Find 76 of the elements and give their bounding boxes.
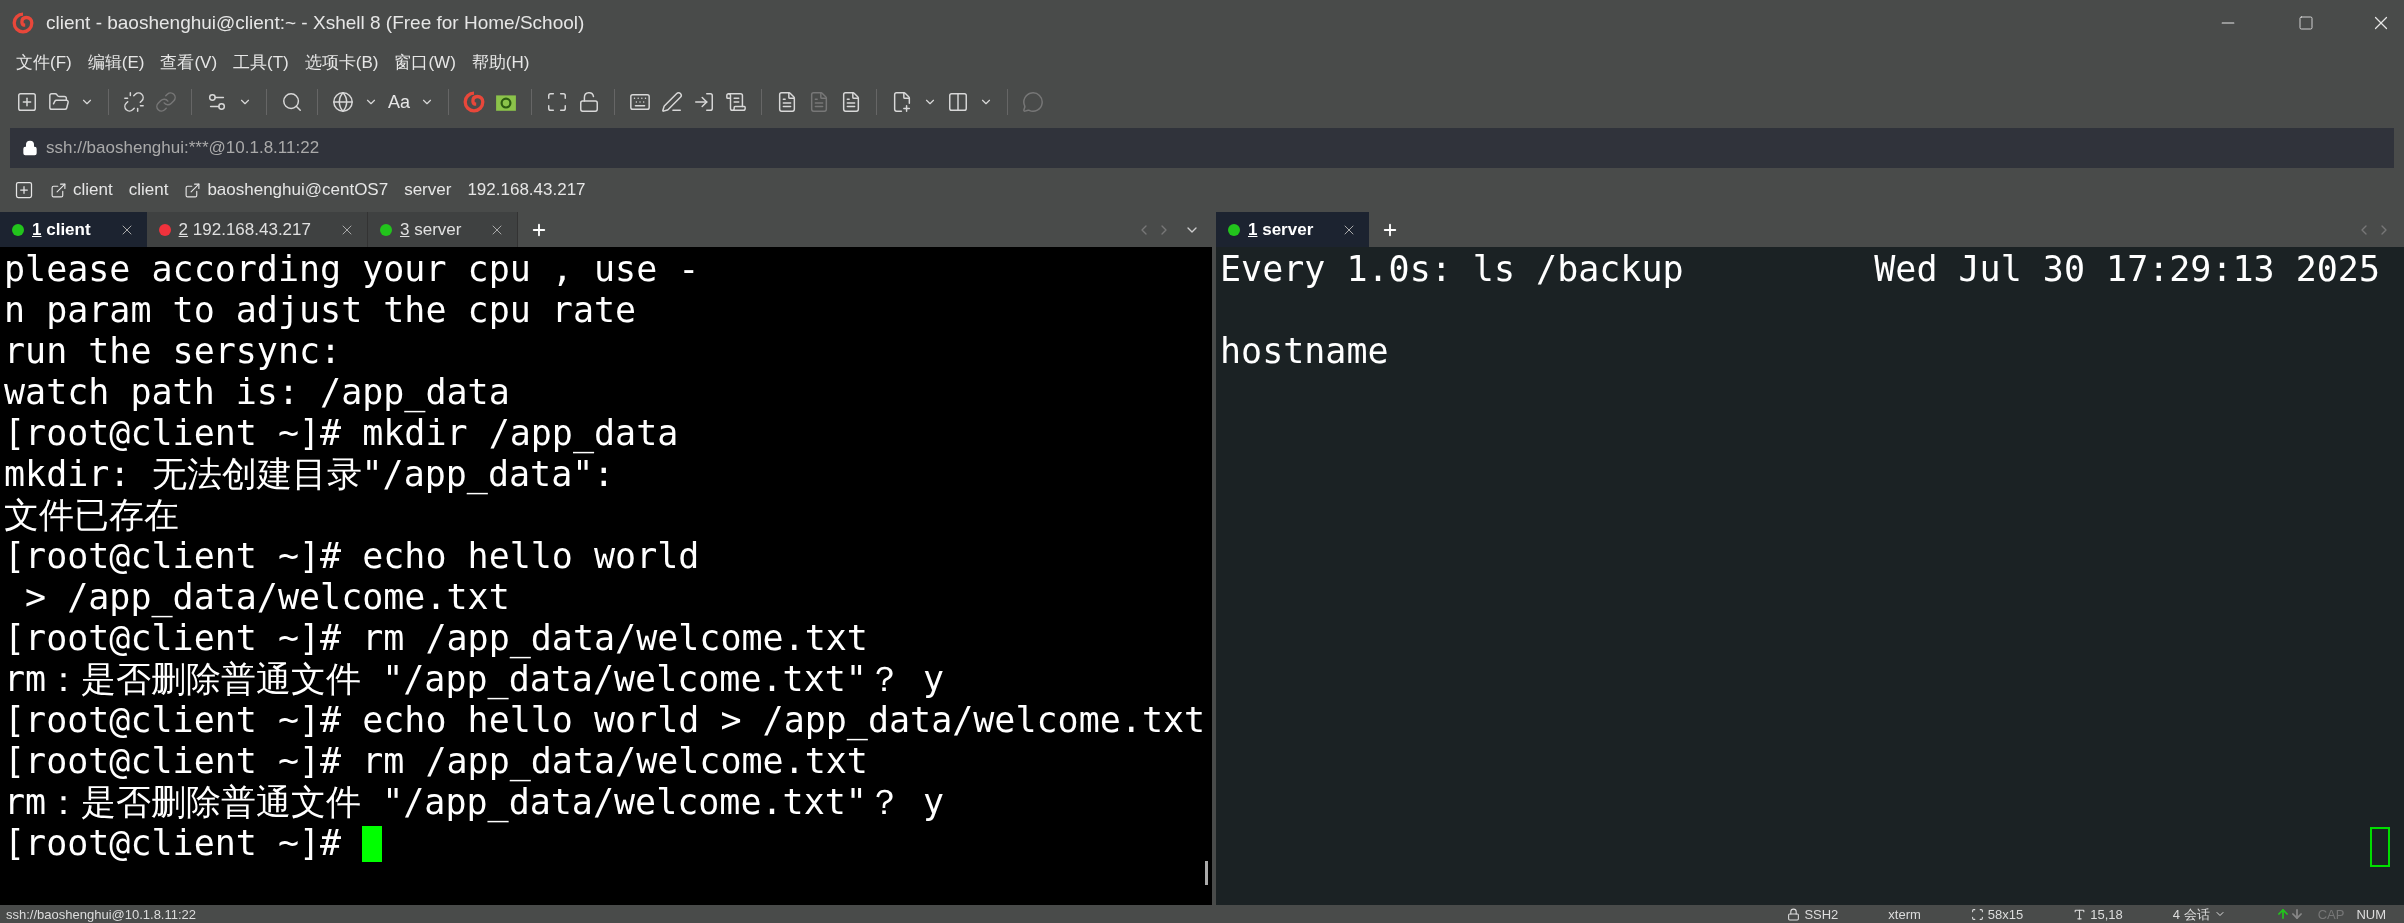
status-icon: [1787, 907, 1801, 921]
session-link[interactable]: 192.168.43.217: [467, 177, 586, 203]
terminal-line: please according your cpu , use -: [4, 249, 700, 290]
session-link[interactable]: baoshenghui@centOS7: [184, 177, 389, 203]
new-session-icon[interactable]: [16, 91, 38, 113]
terminal-line: run the sersync:: [4, 331, 342, 372]
terminal-line: [root@client ~]# mkdir /app_data: [4, 413, 679, 454]
terminal-line: [root@client ~]#: [4, 823, 343, 864]
download-icon: [2289, 907, 2304, 921]
fullscreen-icon[interactable]: [546, 91, 569, 113]
app-logo-icon: [12, 12, 34, 34]
status-icon: [2073, 907, 2087, 921]
terminal-line: hostname: [1220, 331, 1389, 372]
font-icon[interactable]: Aa: [388, 88, 411, 116]
terminal-line: mkdir: 无法创建目录"/app_data":: [4, 454, 615, 495]
terminal-line: rm：是否删除普通文件 "/app_data/welcome.txt"？ y: [4, 782, 944, 823]
pen-icon[interactable]: [661, 91, 684, 113]
status-item: xterm: [1888, 907, 1921, 921]
session-tab[interactable]: 1 server: [1216, 212, 1370, 247]
menu-item[interactable]: 文件(F): [16, 50, 72, 76]
layout-icon[interactable]: [947, 91, 970, 113]
key-indicator: NUM: [2356, 907, 2386, 921]
menu-item[interactable]: 工具(T): [233, 50, 289, 76]
status-item: SSH2: [1787, 907, 1839, 921]
menu-item[interactable]: 帮助(H): [471, 50, 530, 76]
address-text: ssh://baoshenghui:***@10.1.8.11:22: [46, 137, 320, 160]
session-link[interactable]: client: [50, 177, 113, 203]
terminal-line: n param to adjust the cpu rate: [4, 290, 637, 331]
menu-item[interactable]: 选项卡(B): [304, 50, 379, 76]
globe-icon[interactable]: [332, 91, 354, 113]
terminal-line: [root@client ~]# echo hello world: [4, 536, 700, 577]
session-link[interactable]: client: [128, 177, 169, 203]
menu-item[interactable]: 窗口(W): [394, 50, 456, 76]
terminal-line: Every 1.0s: ls /backup: [1220, 249, 1684, 290]
session-tab[interactable]: 2 192.168.43.217: [146, 212, 368, 247]
session-tab[interactable]: 3 server: [368, 212, 519, 247]
terminal-screen[interactable]: Every 1.0s: ls /backup Wed Jul 30 17:29:13 2025 hostname: [1216, 247, 2404, 905]
terminal-line: Wed Jul 30 17:29:13 2025: [1874, 249, 2380, 290]
window-title: client - baoshenghui@client:~ - Xshell 8 (Free for Home/School): [46, 10, 585, 35]
tab-label: 1 client: [32, 218, 91, 241]
terminal-line: rm：是否删除普通文件 "/app_data/welcome.txt"？ y: [4, 659, 944, 700]
enter-icon[interactable]: [693, 91, 716, 113]
unlock-icon[interactable]: [578, 91, 601, 113]
properties-icon[interactable]: [206, 91, 228, 113]
disconnect-icon[interactable]: [123, 91, 145, 113]
search-icon[interactable]: [281, 91, 303, 113]
terminal-line: watch path is: /app_data: [4, 372, 510, 413]
terminal-screen[interactable]: [0, 247, 1212, 905]
session-tab[interactable]: 1 client: [0, 212, 147, 247]
folder-icon[interactable]: [48, 91, 70, 113]
maximize-icon[interactable]: [2298, 15, 2314, 31]
terminal-line: [root@client ~]# rm /app_data/welcome.txt: [4, 618, 868, 659]
tab-label: 3 server: [400, 218, 462, 241]
add-link-icon[interactable]: [14, 180, 34, 200]
tab-label: 2 192.168.43.217: [178, 218, 311, 241]
keyboard-icon[interactable]: [629, 91, 652, 113]
tab-label: 1 server: [1248, 218, 1314, 241]
status-icon: [1970, 907, 1984, 921]
address-bar[interactable]: ssh://baoshenghui:***@10.1.8.11:22: [10, 128, 2394, 168]
terminal-line: > /app_data/welcome.txt: [24, 577, 510, 618]
status-item: 4 会话: [2172, 907, 2226, 921]
menu-item[interactable]: 编辑(E): [87, 50, 145, 76]
status-item: 15,18: [2073, 907, 2123, 921]
terminal-line: [root@client ~]# echo hello world > /app_data/welcome.txt: [4, 700, 1206, 741]
script-icon[interactable]: [725, 91, 748, 113]
status-connection: ssh://baoshenghui@10.1.8.11:22: [6, 907, 197, 921]
scrollbar-thumb[interactable]: [1205, 861, 1208, 885]
terminal-line: [root@client ~]# rm /app_data/welcome.txt: [4, 741, 868, 782]
external-link-icon: [50, 181, 67, 199]
session-link[interactable]: server: [404, 177, 452, 203]
lock-icon: [22, 140, 38, 156]
menu-item[interactable]: 查看(V): [160, 50, 218, 76]
external-link-icon: [184, 181, 202, 199]
upload-icon: [2275, 907, 2290, 921]
terminal-line: 文件已存在: [4, 495, 179, 536]
status-item: 58x15: [1970, 907, 2024, 921]
